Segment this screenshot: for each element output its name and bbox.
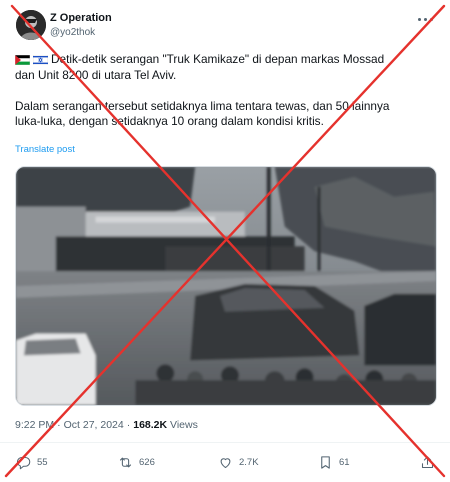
meta-separator: · <box>57 419 61 431</box>
views-count: 168.2K <box>133 419 168 431</box>
post-date[interactable]: Oct 27, 2024 <box>64 419 124 431</box>
like-count: 2.7K <box>239 456 259 468</box>
author-handle[interactable]: @yo2thok <box>50 27 95 38</box>
avatar-icon <box>16 10 46 40</box>
heart-icon <box>220 457 231 468</box>
views-label: Views <box>170 419 198 431</box>
post-text-line-3: Dalam serangan tersebut setidaknya lima … <box>15 98 390 113</box>
share-icon <box>421 455 434 468</box>
avatar[interactable] <box>16 10 46 40</box>
author-display-name[interactable]: Z Operation <box>50 12 112 24</box>
meta-separator-2: · <box>126 419 131 431</box>
israel-flag-icon <box>32 54 49 66</box>
action-bar: 55 626 2.7K 61 <box>14 452 438 472</box>
post-metadata: 9:22 PM · Oct 27, 2024 · 168.2K Views <box>15 419 198 431</box>
post-video[interactable] <box>15 166 437 406</box>
reply-icon <box>16 456 31 469</box>
post-text: Detik-detik serangan "Truk Kamikaze" di … <box>14 52 435 130</box>
post-card: Z Operation @yo2thok Detik-detik seranga… <box>0 0 450 482</box>
translate-post-link[interactable]: Translate post <box>15 144 75 155</box>
palestine-flag-icon <box>14 54 31 66</box>
divider <box>0 442 450 443</box>
reply-count: 55 <box>37 456 48 468</box>
repost-button[interactable]: 626 <box>118 452 155 472</box>
bookmark-icon <box>321 455 330 469</box>
repost-icon <box>119 457 132 467</box>
reply-button[interactable]: 55 <box>16 452 48 472</box>
like-button[interactable]: 2.7K <box>218 452 259 472</box>
post-text-line-2: dan Unit 8200 di utara Tel Aviv. <box>15 67 177 82</box>
repost-count: 626 <box>139 456 155 468</box>
bookmark-count: 61 <box>339 456 350 468</box>
share-button[interactable] <box>420 452 435 472</box>
post-time[interactable]: 9:22 PM <box>15 419 54 431</box>
video-frame <box>16 167 436 405</box>
post-text-line-1: Detik-detik serangan "Truk Kamikaze" di … <box>51 52 385 66</box>
bookmark-button[interactable]: 61 <box>318 452 350 472</box>
post-text-line-4: luka-luka, dengan setidaknya 10 orang da… <box>15 114 324 128</box>
more-options-icon[interactable] <box>418 16 436 22</box>
